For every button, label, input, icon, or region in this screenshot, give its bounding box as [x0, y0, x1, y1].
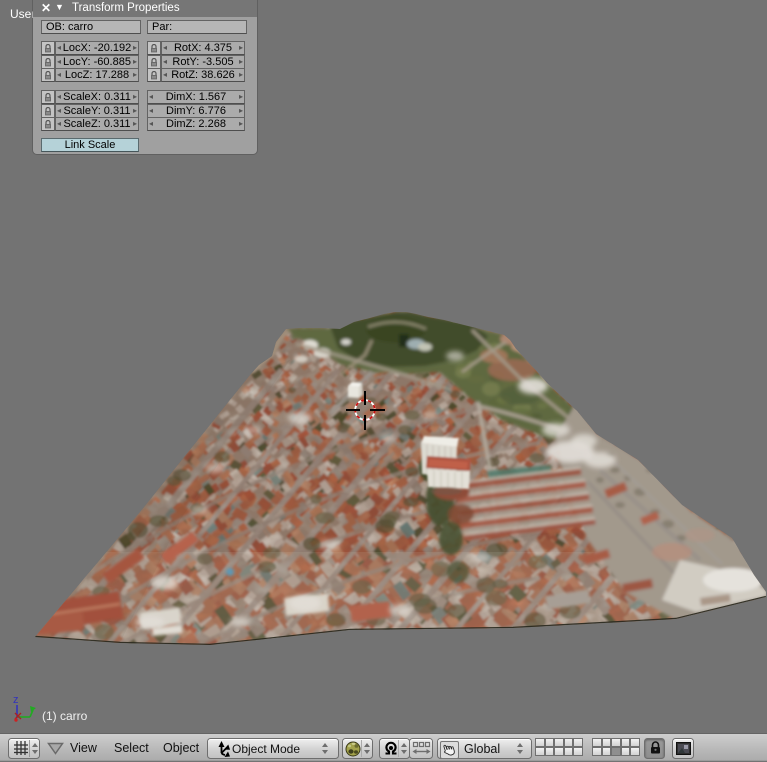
svg-text:z: z: [13, 694, 19, 706]
